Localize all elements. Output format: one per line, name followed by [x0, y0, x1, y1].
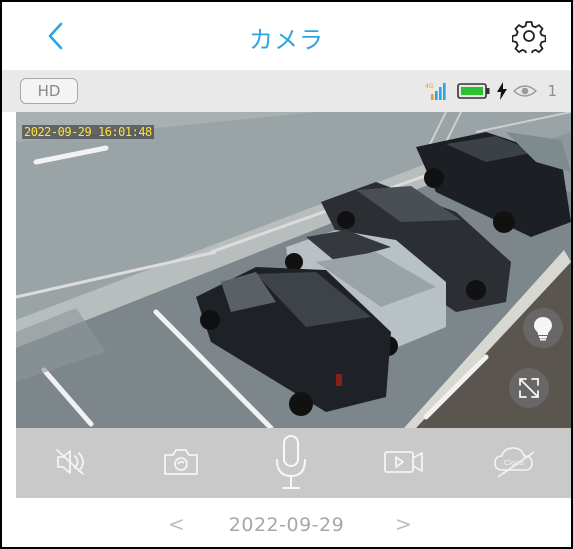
- signal-bars-icon: 4G: [425, 83, 447, 100]
- battery-charging-icon: [457, 83, 490, 99]
- video-control-bar: Cloud: [16, 428, 571, 498]
- light-bulb-icon: [534, 317, 552, 341]
- page-title: カメラ: [249, 26, 324, 54]
- cloud-label: Cloud: [504, 459, 524, 467]
- live-video-view[interactable]: 2022-09-29 16:01:48: [16, 112, 571, 428]
- gear-icon: [512, 21, 546, 53]
- app-window: カメラ HD 4G 1 2022-09-29 16:01:48 Cloud < …: [0, 0, 573, 549]
- stream-status-strip: HD 4G 1: [2, 70, 571, 112]
- camera-icon: [164, 449, 198, 475]
- snapshot-button[interactable]: [161, 446, 201, 478]
- record-button[interactable]: [382, 446, 426, 478]
- eye-icon: [513, 85, 538, 97]
- lightning-icon: [497, 82, 508, 100]
- microphone-icon: [276, 435, 306, 489]
- date-navigation: < 2022-09-29 >: [2, 498, 571, 547]
- network-badge: 4G: [425, 83, 434, 90]
- mute-button[interactable]: [54, 446, 90, 478]
- fullscreen-icon: [519, 378, 539, 398]
- current-date: 2022-09-29: [228, 514, 345, 536]
- video-timestamp: 2022-09-29 16:01:48: [22, 125, 154, 139]
- top-nav-bar: カメラ: [2, 2, 571, 70]
- cloud-off-icon: Cloud: [494, 447, 535, 478]
- fullscreen-button[interactable]: [509, 368, 549, 408]
- viewer-count: 1: [547, 82, 557, 100]
- quality-toggle-button[interactable]: HD: [20, 78, 78, 104]
- device-status: 4G 1: [425, 80, 557, 102]
- cloud-storage-button[interactable]: Cloud: [492, 444, 538, 480]
- video-record-icon: [384, 451, 423, 473]
- camera-feed-scene: [16, 112, 571, 428]
- light-toggle-button[interactable]: [523, 308, 563, 348]
- next-date-button[interactable]: >: [395, 512, 412, 536]
- talk-button[interactable]: [271, 434, 311, 492]
- settings-button[interactable]: [509, 16, 549, 56]
- speaker-muted-icon: [56, 449, 84, 475]
